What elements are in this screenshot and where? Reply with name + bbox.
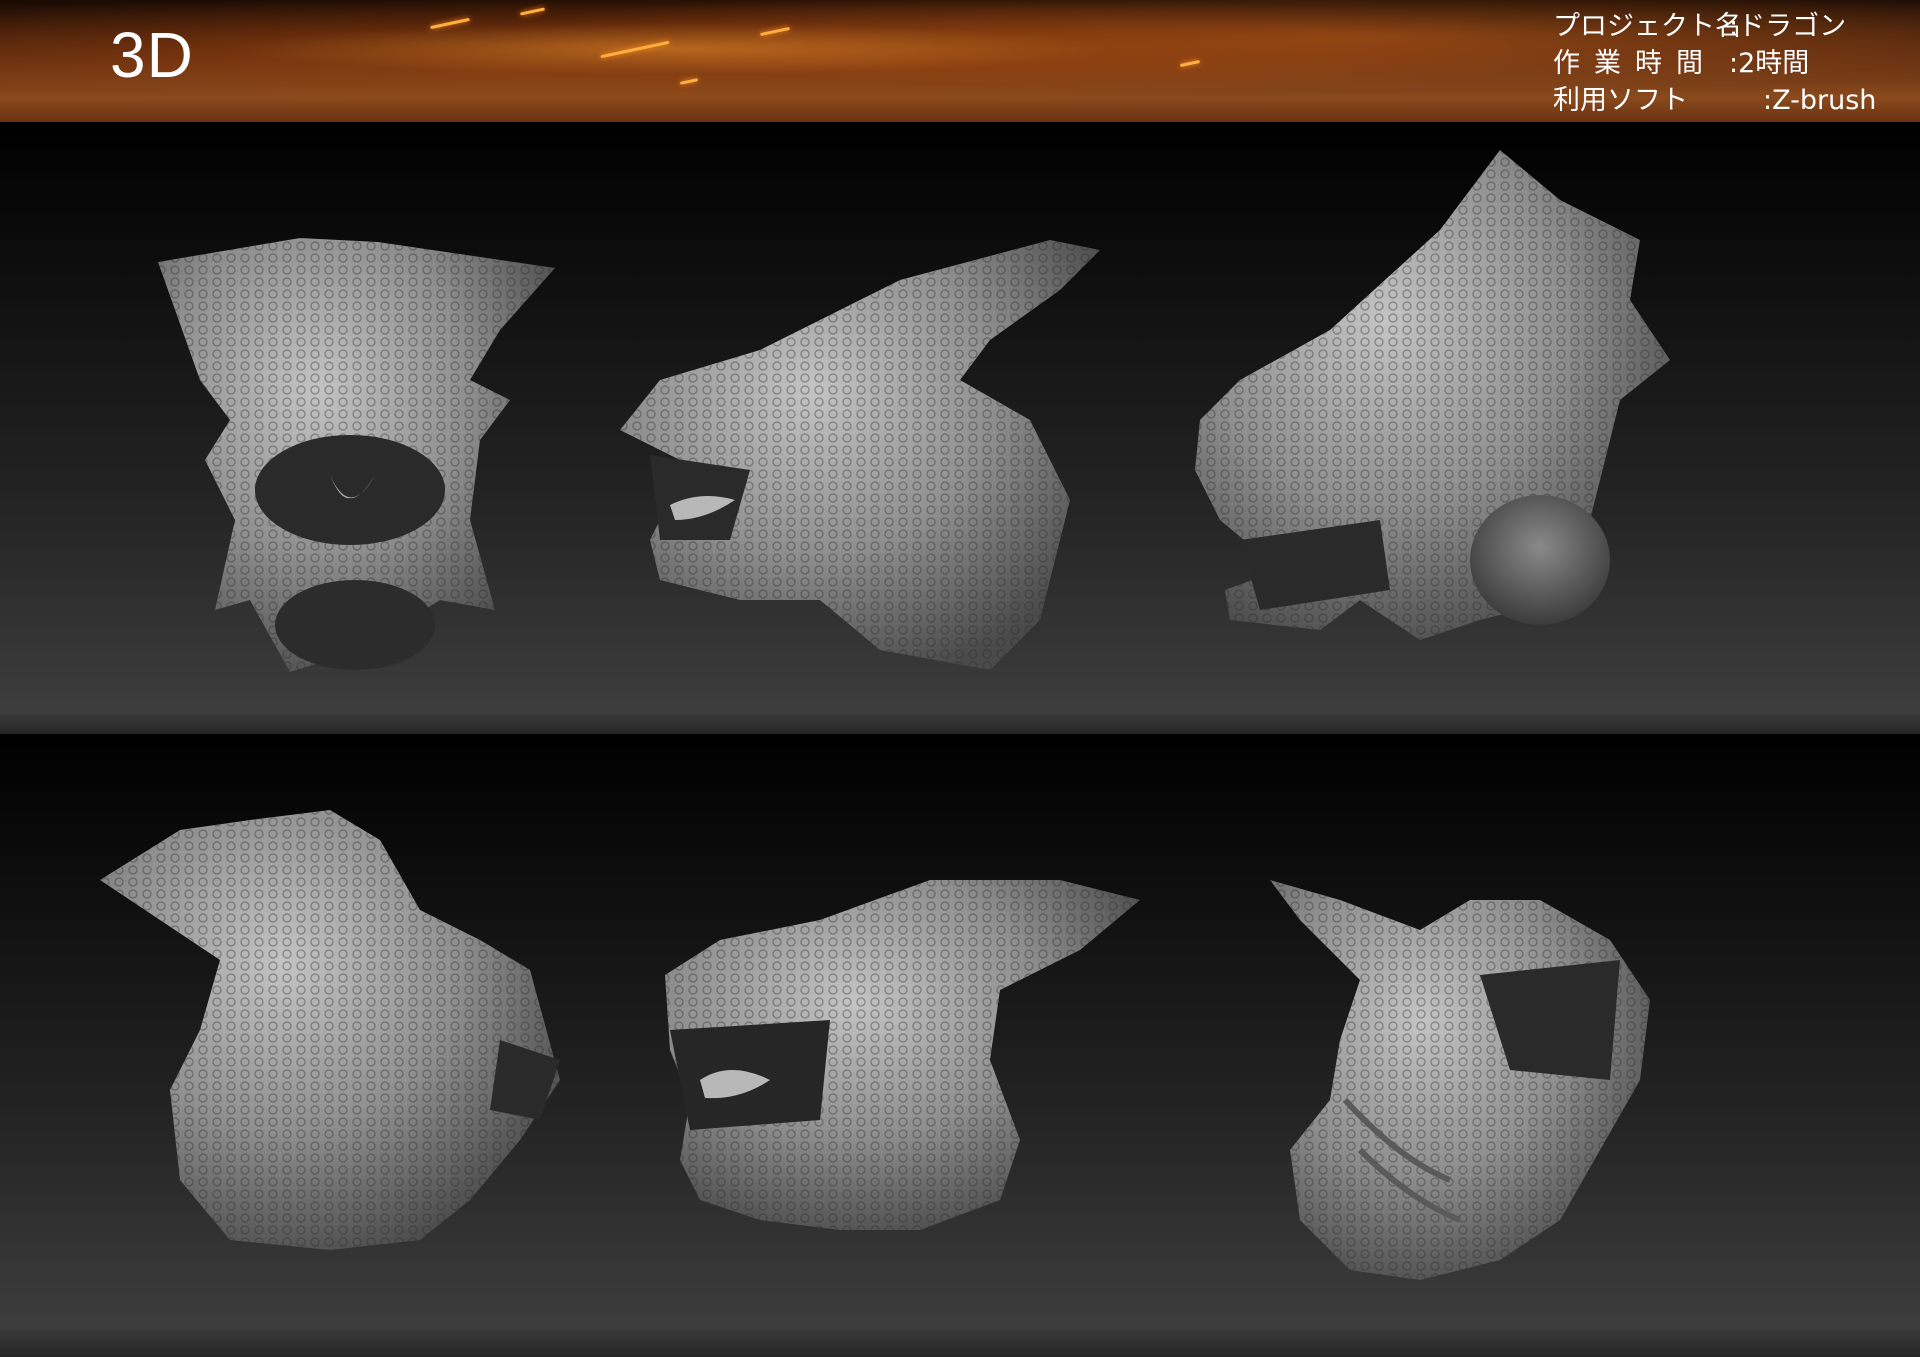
dragon-render-side-top bbox=[1195, 150, 1670, 640]
dragon-render-front bbox=[158, 238, 555, 672]
dragon-renders bbox=[100, 150, 1670, 1280]
dragon-render-side-low bbox=[665, 880, 1140, 1230]
dragon-render-three-quarter bbox=[620, 240, 1100, 670]
dragon-render-underside bbox=[1270, 880, 1650, 1280]
dragon-render-rear bbox=[100, 810, 560, 1250]
